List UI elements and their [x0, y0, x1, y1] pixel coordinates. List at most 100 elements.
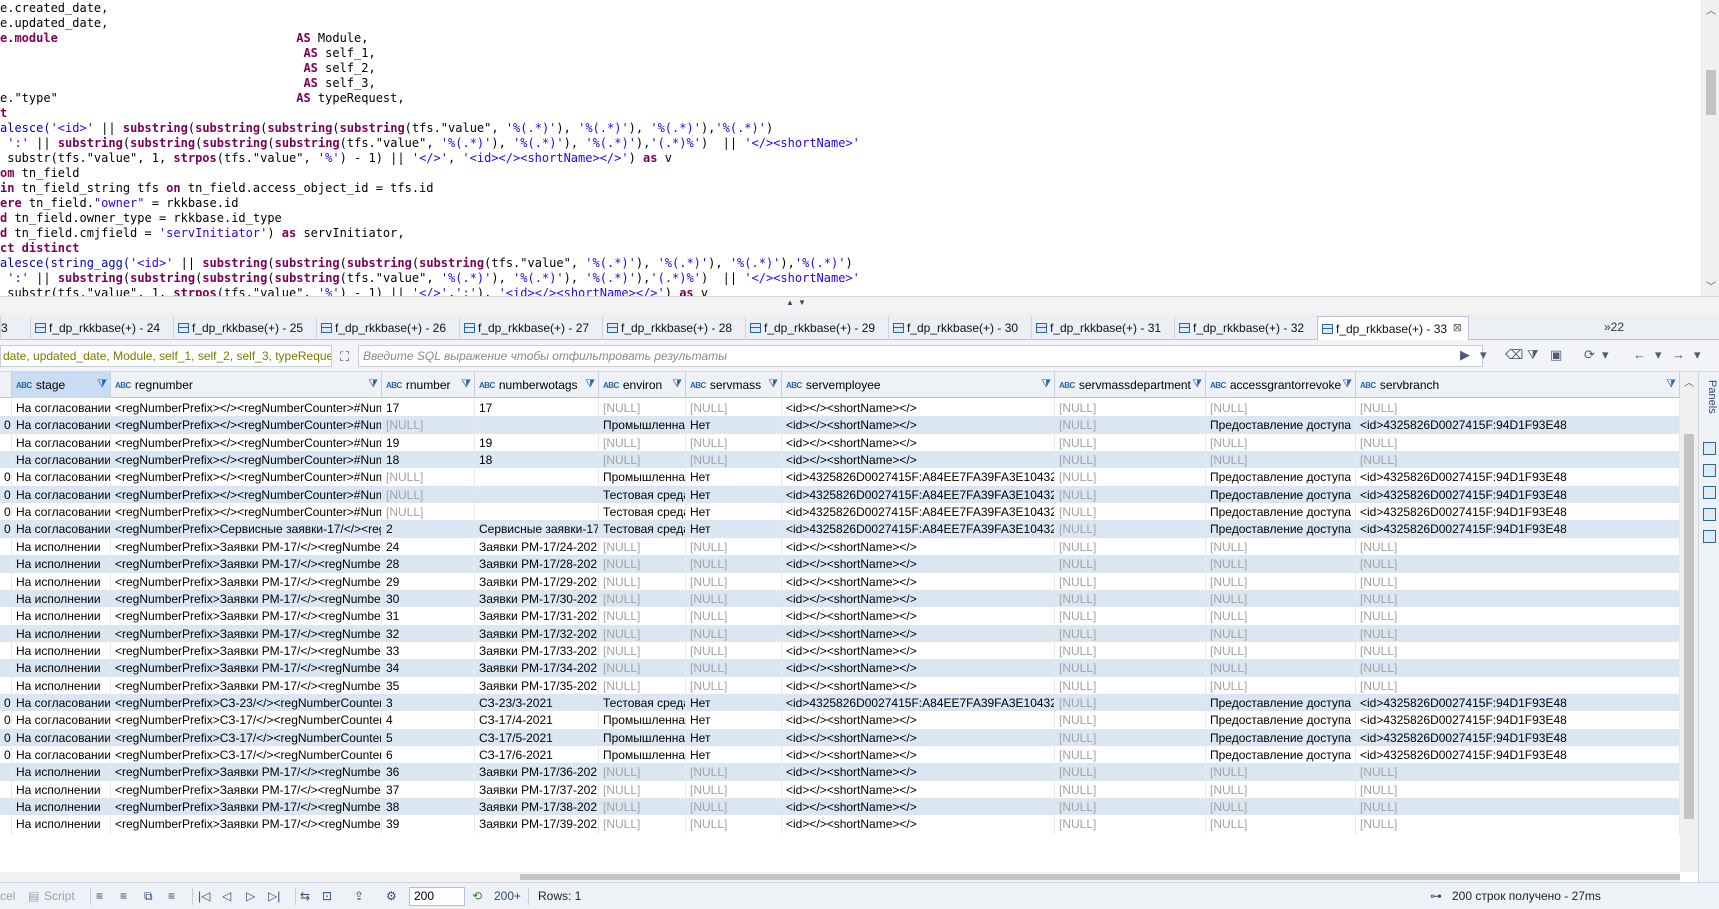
table-cell[interactable]: [NULL]: [686, 555, 782, 575]
table-cell[interactable]: [NULL]: [599, 624, 686, 644]
table-cell[interactable]: [NULL]: [1206, 815, 1356, 835]
table-cell[interactable]: [NULL]: [686, 537, 782, 557]
column-filter-icon[interactable]: ⧩: [461, 378, 471, 391]
table-cell[interactable]: [0, 589, 12, 609]
table-cell[interactable]: [NULL]: [1206, 780, 1356, 800]
table-cell[interactable]: Предоставление доступа: [1206, 711, 1356, 731]
table-cell[interactable]: Заявки РМ-17/29-2021: [475, 572, 599, 592]
table-cell[interactable]: [NULL]: [1206, 641, 1356, 661]
table-cell[interactable]: <id></><shortName></>: [782, 416, 1055, 436]
table-cell[interactable]: [NULL]: [599, 399, 686, 418]
table-cell[interactable]: Предоставление доступа: [1206, 468, 1356, 488]
table-cell[interactable]: 003: [0, 503, 12, 523]
code-line[interactable]: alesce('<id>' || substring(substring(sub…: [0, 121, 1700, 136]
table-cell[interactable]: Заявки РМ-17/28-2021: [475, 555, 599, 575]
table-cell[interactable]: [NULL]: [1356, 399, 1680, 418]
table-cell[interactable]: 18: [475, 451, 599, 471]
table-cell[interactable]: Предоставление доступа: [1206, 485, 1356, 505]
table-row[interactable]: На исполнении <regNumberPrefix>Заявки РМ-…: [0, 763, 1680, 783]
table-cell[interactable]: Тестовая среда: [599, 485, 686, 505]
result-tab[interactable]: f_dp_rkkbase(+) - 33 ⊠: [1317, 316, 1469, 341]
save-filter-icon[interactable]: ▣: [1550, 347, 1562, 365]
forward-icon[interactable]: →: [1672, 347, 1685, 365]
table-cell[interactable]: 2: [382, 520, 475, 540]
table-cell[interactable]: [NULL]: [1206, 676, 1356, 696]
table-cell[interactable]: 39: [382, 815, 475, 835]
table-cell[interactable]: Предоставление доступа: [1206, 728, 1356, 748]
editor-vertical-scrollbar[interactable]: ︿ ﹀: [1701, 0, 1719, 296]
table-cell[interactable]: Заявки РМ-17/35-2021: [475, 676, 599, 696]
table-cell[interactable]: 38: [382, 798, 475, 818]
table-cell[interactable]: [475, 485, 599, 505]
table-cell[interactable]: [NULL]: [1356, 624, 1680, 644]
table-cell[interactable]: 003: [0, 520, 12, 540]
back-icon[interactable]: ←: [1633, 347, 1646, 365]
table-cell[interactable]: [NULL]: [1206, 607, 1356, 627]
table-cell[interactable]: [0, 798, 12, 818]
table-cell[interactable]: <regNumberPrefix>Сервисные заявки-17/</>…: [111, 520, 382, 540]
table-cell[interactable]: На согласовании: [12, 728, 111, 748]
table-cell[interactable]: [NULL]: [686, 815, 782, 835]
tab-overflow-button[interactable]: »22: [1604, 320, 1624, 334]
table-row[interactable]: На исполнении <regNumberPrefix>Заявки РМ-…: [0, 676, 1680, 696]
table-cell[interactable]: На исполнении: [12, 572, 111, 592]
table-cell[interactable]: <regNumberPrefix></><regNumberCounter>#N…: [111, 468, 382, 488]
table-cell[interactable]: <regNumberPrefix>Заявки РМ-17/</><regNum…: [111, 555, 382, 575]
table-cell[interactable]: 34: [382, 659, 475, 679]
table-cell[interactable]: [NULL]: [382, 468, 475, 488]
table-row[interactable]: На исполнении <regNumberPrefix>Заявки РМ-…: [0, 572, 1680, 592]
table-cell[interactable]: [NULL]: [686, 589, 782, 609]
table-cell[interactable]: <regNumberPrefix></><regNumberCounter>#N…: [111, 399, 382, 418]
table-row[interactable]: 003На согласовании<regNumberPrefix></><r…: [0, 468, 1680, 488]
table-cell[interactable]: СЗ-17/6-2021: [475, 746, 599, 765]
last-page-icon[interactable]: ▷|: [268, 889, 280, 903]
result-tab[interactable]: f_dp_rkkbase(+) - 26: [316, 316, 459, 340]
table-cell[interactable]: <id></><shortName></>: [782, 537, 1055, 557]
table-cell[interactable]: [NULL]: [1356, 572, 1680, 592]
table-row[interactable]: На согласовании <regNumberPrefix></><regN…: [0, 399, 1680, 418]
table-cell[interactable]: [NULL]: [599, 607, 686, 627]
table-cell[interactable]: [NULL]: [1206, 572, 1356, 592]
table-cell[interactable]: На исполнении: [12, 589, 111, 609]
chart-panel-icon[interactable]: [1703, 530, 1716, 543]
result-tab[interactable]: f_dp_rkkbase(+) - 31: [1031, 316, 1174, 340]
table-cell[interactable]: <regNumberPrefix>Заявки РМ-17/</><regNum…: [111, 676, 382, 696]
code-line[interactable]: e.updated_date,: [0, 16, 1700, 31]
table-cell[interactable]: [NULL]: [1055, 589, 1206, 609]
table-cell[interactable]: [NULL]: [1356, 433, 1680, 453]
column-header[interactable]: ABC numberwotags ⧩: [475, 372, 599, 398]
table-cell[interactable]: [0, 399, 12, 418]
table-cell[interactable]: [NULL]: [1055, 798, 1206, 818]
table-cell[interactable]: <regNumberPrefix></><regNumberCounter>#N…: [111, 485, 382, 505]
table-cell[interactable]: [NULL]: [686, 572, 782, 592]
table-cell[interactable]: На исполнении: [12, 537, 111, 557]
table-cell[interactable]: [475, 416, 599, 436]
table-cell[interactable]: На исполнении: [12, 659, 111, 679]
fetch-size-input[interactable]: 200: [409, 887, 465, 906]
export-icon[interactable]: ⇪: [354, 889, 364, 903]
table-cell[interactable]: 32: [382, 624, 475, 644]
table-cell[interactable]: <id>4325826D0027415F:94D1F93E48: [1356, 485, 1680, 505]
code-line[interactable]: d tn_field.owner_type = rkkbase.id_type: [0, 211, 1700, 226]
table-cell[interactable]: 17: [382, 399, 475, 418]
table-cell[interactable]: [NULL]: [686, 433, 782, 453]
table-cell[interactable]: На согласовании: [12, 416, 111, 436]
table-row[interactable]: На исполнении <regNumberPrefix>Заявки РМ-…: [0, 624, 1680, 644]
table-cell[interactable]: [NULL]: [1356, 815, 1680, 835]
code-line[interactable]: e.module AS Module,: [0, 31, 1700, 46]
table-cell[interactable]: 03!: [0, 746, 12, 765]
table-cell[interactable]: На согласовании: [12, 399, 111, 418]
table-cell[interactable]: На исполнении: [12, 555, 111, 575]
table-cell[interactable]: Нет: [686, 416, 782, 436]
column-header[interactable]: ABC environ ⧩: [599, 372, 686, 398]
panels-label[interactable]: Panels: [1702, 380, 1718, 414]
code-line[interactable]: substr(tfs."value", 1, strpos(tfs."value…: [0, 151, 1700, 166]
refresh-icon[interactable]: ⟳: [1584, 347, 1595, 365]
table-cell[interactable]: <regNumberPrefix>Заявки РМ-17/</><regNum…: [111, 607, 382, 627]
table-cell[interactable]: [NULL]: [1356, 451, 1680, 471]
column-filter-icon[interactable]: ⧩: [672, 378, 682, 391]
sql-code-area[interactable]: e.created_date, e.updated_date, e.module A…: [0, 0, 1700, 296]
table-cell[interactable]: 17: [475, 399, 599, 418]
table-cell[interactable]: Нет: [686, 728, 782, 748]
table-cell[interactable]: [NULL]: [1055, 537, 1206, 557]
